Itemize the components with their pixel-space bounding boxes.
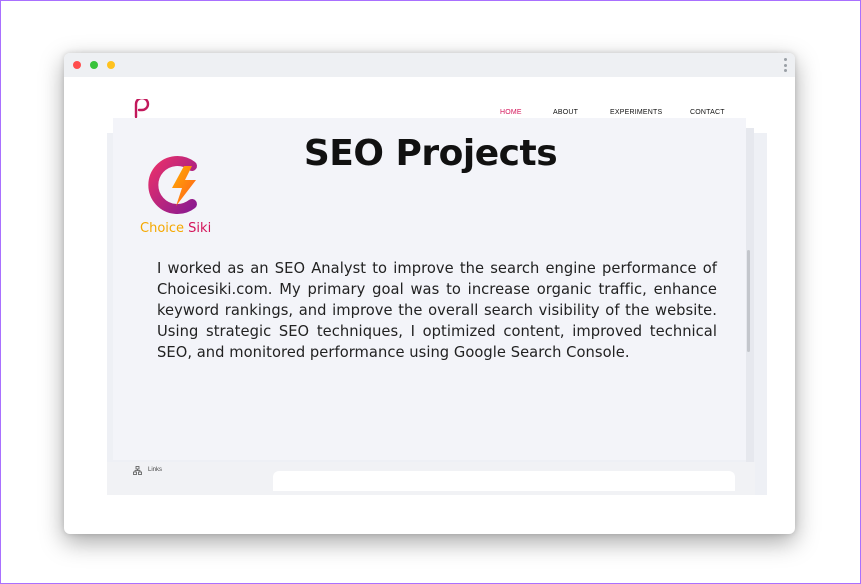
nav-about-link[interactable]: ABOUT xyxy=(553,109,578,116)
choice-siki-logo-icon xyxy=(148,156,197,214)
minimize-window-button[interactable] xyxy=(107,61,115,69)
more-options-icon[interactable] xyxy=(783,58,787,72)
nav-experiments-link[interactable]: EXPERIMENTS xyxy=(610,109,662,116)
scrollbar-thumb[interactable] xyxy=(747,250,750,352)
brand-name: Choice Siki xyxy=(140,221,211,236)
brand-name-part2: Siki xyxy=(188,221,212,236)
nav-contact-link[interactable]: CONTACT xyxy=(690,109,725,116)
page-title: SEO Projects xyxy=(303,133,558,174)
maximize-window-button[interactable] xyxy=(90,61,98,69)
site-logo-icon[interactable] xyxy=(132,99,152,119)
close-window-button[interactable] xyxy=(73,61,81,69)
links-label[interactable]: Links xyxy=(148,467,162,473)
nav-home-link[interactable]: HOME xyxy=(500,109,522,116)
project-description: I worked as an SEO Analyst to improve th… xyxy=(157,260,717,361)
footer-content-area xyxy=(273,471,735,491)
sitemap-icon xyxy=(133,466,142,477)
window-titlebar xyxy=(64,53,795,77)
brand-name-part1: Choice xyxy=(140,221,189,236)
